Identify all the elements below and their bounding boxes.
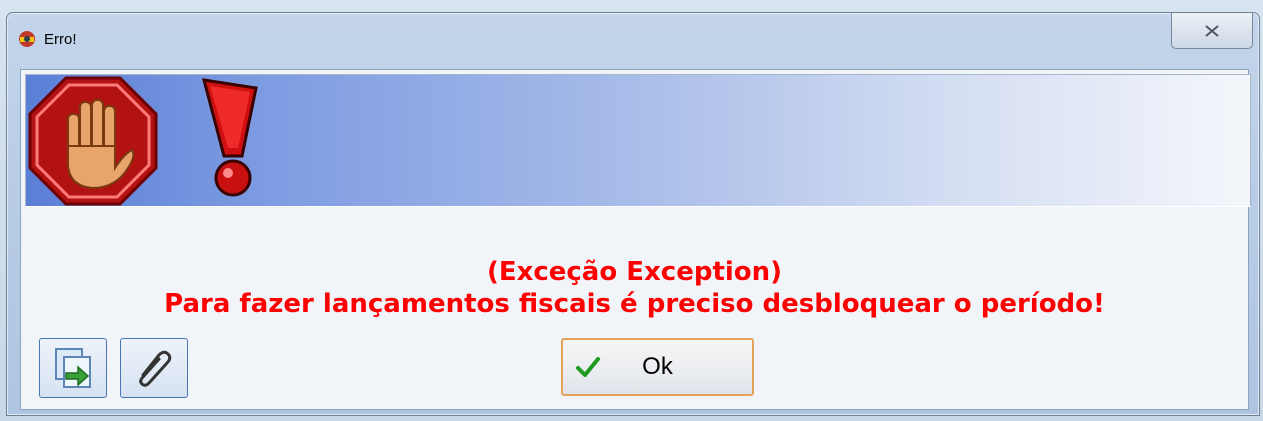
stop-hand-icon: [28, 76, 158, 206]
ok-button-label: Ok: [642, 353, 673, 380]
window-title: Erro!: [44, 31, 77, 48]
error-banner: [25, 74, 1251, 207]
close-button[interactable]: [1171, 13, 1253, 49]
app-icon: [19, 31, 35, 47]
title-bar[interactable]: Erro!: [7, 13, 1259, 65]
exclamation-icon: [201, 78, 258, 197]
error-message-line2: Para fazer lançamentos fiscais é preciso…: [164, 289, 1105, 319]
close-x-icon: [1205, 24, 1219, 37]
copy-export-icon: [55, 348, 91, 388]
error-message: (Exceção Exception) Para fazer lançament…: [21, 256, 1248, 320]
dialog-content: (Exceção Exception) Para fazer lançament…: [20, 69, 1251, 410]
paperclip-icon: [139, 350, 172, 387]
attach-button[interactable]: [120, 338, 188, 398]
error-dialog: Erro! (Exceção Exception) Para fazer lan…: [6, 12, 1260, 416]
banner-divider: [25, 206, 1251, 207]
error-message-line1: (Exceção Exception): [486, 257, 783, 287]
ok-button[interactable]: Ok: [561, 338, 754, 396]
copy-button[interactable]: [39, 338, 107, 398]
